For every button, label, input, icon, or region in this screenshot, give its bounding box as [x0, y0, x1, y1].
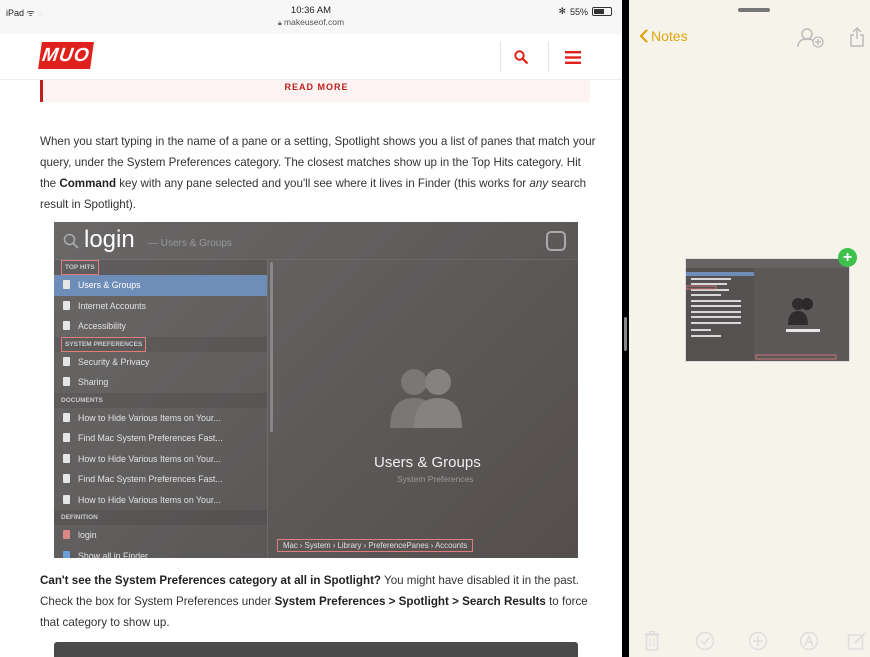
- result-row[interactable]: Find Mac System Preferences Fast...: [54, 428, 267, 449]
- share-icon[interactable]: [849, 27, 865, 47]
- search-button[interactable]: [508, 44, 534, 70]
- notes-back-label: Notes: [651, 28, 688, 44]
- preview-subtitle: System Preferences: [397, 474, 474, 484]
- result-row[interactable]: Find Mac System Preferences Fast...: [54, 469, 267, 490]
- result-row[interactable]: Internet Accounts: [54, 296, 267, 317]
- hamburger-icon: [565, 50, 581, 64]
- header-divider: [500, 42, 501, 72]
- results-section-header: TOP HITS: [54, 260, 267, 275]
- address-url: makeuseof.com: [284, 17, 345, 27]
- article-paragraph-2: Can't see the System Preferences categor…: [40, 570, 600, 633]
- paragraph-text-segment: any: [529, 177, 549, 190]
- slide-over-grabber[interactable]: [738, 8, 770, 12]
- spotlight-screenshot: login — Users & Groups TOP HITS Users & G…: [54, 222, 578, 558]
- result-row[interactable]: How to Hide Various Items on Your...: [54, 490, 267, 511]
- paragraph-text-segment: Command: [59, 177, 117, 190]
- section-title: DEFINITION: [61, 514, 98, 521]
- status-time: 10:36 AM: [290, 5, 332, 16]
- result-row[interactable]: Show all in Finder...: [54, 546, 267, 558]
- section-title: TOP HITS: [61, 260, 99, 275]
- chevron-left-icon: [639, 29, 648, 43]
- header-divider: [548, 42, 549, 72]
- notes-bottom-toolbar: [629, 628, 870, 657]
- result-row[interactable]: login: [54, 525, 267, 546]
- paragraph-text-segment: System Preferences > Spotlight > Search …: [274, 595, 546, 608]
- add-people-icon[interactable]: [797, 27, 825, 49]
- markup-icon[interactable]: [799, 631, 819, 651]
- compose-icon[interactable]: [847, 631, 867, 651]
- next-screenshot-preview: [54, 642, 578, 657]
- paragraph-text-segment: key with any pane selected and you'll se…: [116, 177, 530, 190]
- split-view-screen: iPad ᯤ ◌ 10:36 AM 🔒︎ makeuseof.com ✻ 55%…: [0, 0, 870, 657]
- spotlight-results-list: TOP HITS Users & Groups Internet Accounts A…: [54, 260, 268, 558]
- search-icon: [514, 50, 528, 64]
- add-icon[interactable]: [748, 631, 768, 651]
- safari-pane: iPad ᯤ ◌ 10:36 AM 🔒︎ makeuseof.com ✻ 55%…: [0, 0, 622, 657]
- section-title: DOCUMENTS: [61, 396, 103, 404]
- results-scrollbar: [270, 262, 273, 432]
- result-row[interactable]: Accessibility: [54, 316, 267, 337]
- notes-pane: Notes +: [629, 0, 870, 657]
- read-more-link[interactable]: READ MORE: [43, 82, 590, 92]
- spotlight-query: login: [84, 226, 135, 253]
- search-icon: [63, 233, 79, 249]
- results-section-header: SYSTEM PREFERENCES: [54, 336, 267, 352]
- result-row[interactable]: Sharing: [54, 372, 267, 393]
- result-row[interactable]: How to Hide Various Items on Your...: [54, 408, 267, 429]
- add-attachment-badge[interactable]: +: [838, 248, 857, 267]
- notes-back-button[interactable]: Notes: [639, 28, 688, 44]
- paragraph-text-segment: Can't see the System Preferences categor…: [40, 574, 382, 587]
- results-section-header: DOCUMENTS: [54, 392, 267, 408]
- pasted-image-thumbnail[interactable]: [685, 258, 850, 362]
- spotlight-search-bar: login — Users & Groups: [54, 222, 578, 260]
- results-section-header: DEFINITION: [54, 510, 267, 525]
- address-bar[interactable]: 🔒︎ makeuseof.com: [0, 17, 622, 28]
- result-row[interactable]: Security & Privacy: [54, 352, 267, 373]
- site-logo[interactable]: MUO: [38, 42, 94, 69]
- menu-button[interactable]: [560, 44, 586, 70]
- spotlight-query-hint: — Users & Groups: [148, 238, 232, 249]
- status-bar: iPad ᯤ ◌ 10:36 AM 🔒︎ makeuseof.com ✻ 55%: [0, 0, 622, 34]
- spotlight-thumbnail: [686, 259, 849, 361]
- article-paragraph-1: When you start typing in the name of a p…: [40, 131, 600, 215]
- trash-icon[interactable]: [644, 631, 660, 651]
- bluetooth-icon: ✻: [558, 6, 566, 16]
- checklist-icon[interactable]: [695, 631, 715, 651]
- battery-icon: [592, 7, 612, 16]
- battery-percent: 55%: [569, 6, 588, 17]
- section-title: SYSTEM PREFERENCES: [61, 336, 147, 352]
- system-preferences-icon: [546, 231, 566, 251]
- site-header: MUO: [0, 34, 622, 80]
- lock-icon: 🔒︎: [277, 20, 282, 27]
- users-groups-icon: [390, 369, 462, 428]
- preview-title: Users & Groups: [374, 454, 481, 471]
- read-more-box: READ MORE: [40, 80, 590, 102]
- result-row[interactable]: Users & Groups: [54, 275, 267, 296]
- finder-path: Mac › System › Library › PreferencePanes…: [276, 539, 474, 552]
- divider-handle[interactable]: [624, 317, 627, 351]
- status-right: ✻ 55%: [558, 6, 612, 17]
- result-row[interactable]: How to Hide Various Items on Your...: [54, 449, 267, 470]
